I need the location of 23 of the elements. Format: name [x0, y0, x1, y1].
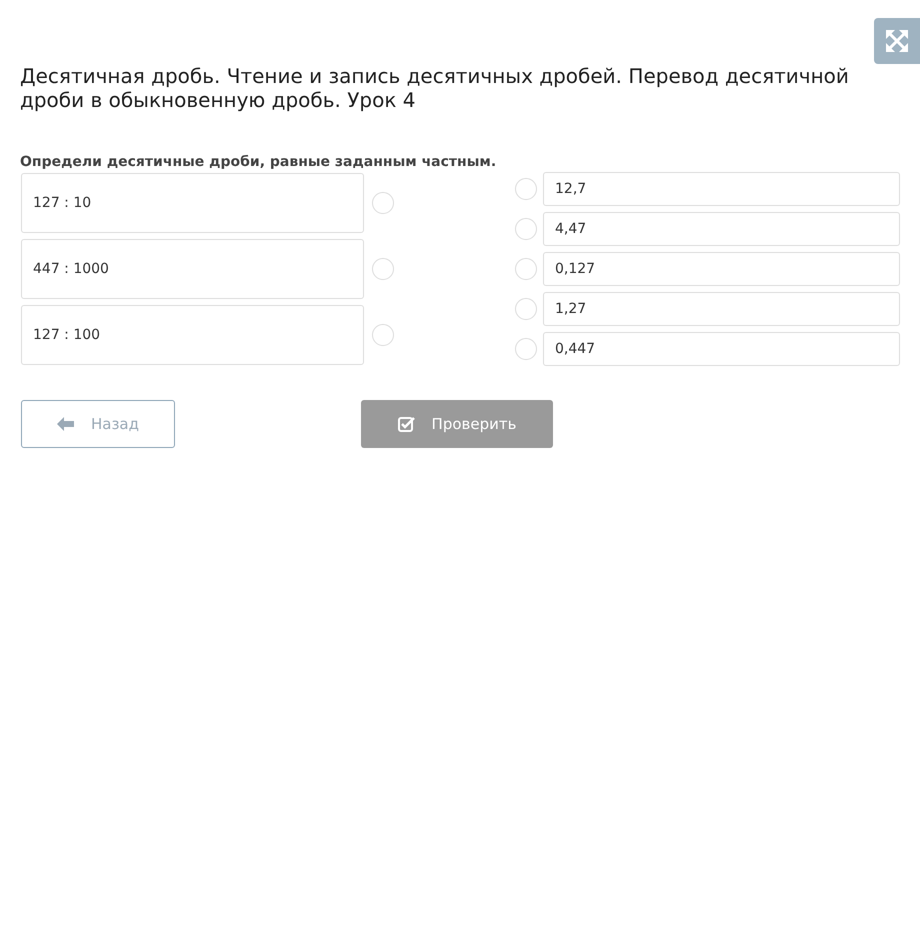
expand-icon — [885, 29, 909, 53]
answer-card: 4,47 — [543, 212, 900, 246]
expression-card: 447 : 1000 — [21, 239, 364, 299]
radio-button[interactable] — [372, 192, 394, 214]
back-button[interactable]: Назад — [21, 400, 175, 448]
lesson-title: Десятичная дробь. Чтение и запись десятичных дробей. Перевод десятичной дроби в обыкновенную дробь. Урок 4 — [20, 64, 850, 112]
fullscreen-button[interactable] — [874, 18, 920, 64]
answer-card: 0,447 — [543, 332, 900, 366]
task-instruction: Определи десятичные дроби, равные заданным частным. — [20, 154, 498, 170]
radio-button[interactable] — [515, 258, 537, 280]
expression-card: 127 : 100 — [21, 305, 364, 365]
expression-card: 127 : 10 — [21, 173, 364, 233]
answer-card: 12,7 — [543, 172, 900, 206]
radio-button[interactable] — [372, 258, 394, 280]
radio-button[interactable] — [515, 338, 537, 360]
answer-card: 0,127 — [543, 252, 900, 286]
radio-button[interactable] — [515, 298, 537, 320]
radio-button[interactable] — [515, 218, 537, 240]
radio-button[interactable] — [372, 324, 394, 346]
checkbox-icon — [398, 416, 416, 432]
answer-card: 1,27 — [543, 292, 900, 326]
radio-button[interactable] — [515, 178, 537, 200]
arrow-left-icon — [56, 417, 75, 431]
